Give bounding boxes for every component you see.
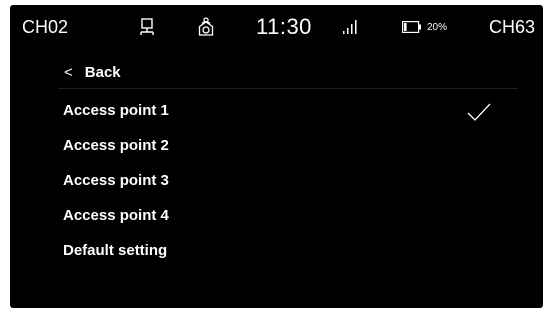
back-button[interactable]: < Back xyxy=(64,60,121,84)
battery-indicator: 20% xyxy=(402,5,447,49)
battery-icon xyxy=(402,21,421,33)
access-point-menu: Access point 1 Access point 2 Access poi… xyxy=(62,93,522,268)
status-bar: CH02 11:30 20% CH63 xyxy=(10,5,543,49)
menu-item-label: Access point 1 xyxy=(63,102,169,119)
menu-item-access-point-2[interactable]: Access point 2 xyxy=(62,128,522,163)
menu-item-label: Access point 2 xyxy=(63,137,169,154)
menu-item-label: Default setting xyxy=(63,242,168,259)
menu-item-access-point-3[interactable]: Access point 3 xyxy=(62,163,522,198)
check-icon xyxy=(466,102,492,126)
menu-item-access-point-4[interactable]: Access point 4 xyxy=(62,198,522,233)
access-point-icon xyxy=(196,5,216,49)
menu-item-label: Access point 4 xyxy=(63,207,169,224)
back-chevron-icon: < xyxy=(64,63,73,81)
back-label: Back xyxy=(84,63,121,81)
network-lan-icon xyxy=(139,5,155,49)
clock: 11:30 xyxy=(256,14,312,39)
menu-item-label: Access point 3 xyxy=(63,172,169,189)
channel-left-indicator: CH02 xyxy=(22,16,69,37)
device-screen: CH02 11:30 20% CH63 < Back Access point … xyxy=(10,5,543,308)
battery-percent: 20% xyxy=(427,21,448,33)
menu-item-access-point-1[interactable]: Access point 1 xyxy=(62,93,522,128)
signal-bars-icon xyxy=(342,5,360,49)
channel-right-indicator: CH63 xyxy=(488,16,535,37)
menu-item-default-setting[interactable]: Default setting xyxy=(62,233,522,268)
divider xyxy=(58,88,518,89)
